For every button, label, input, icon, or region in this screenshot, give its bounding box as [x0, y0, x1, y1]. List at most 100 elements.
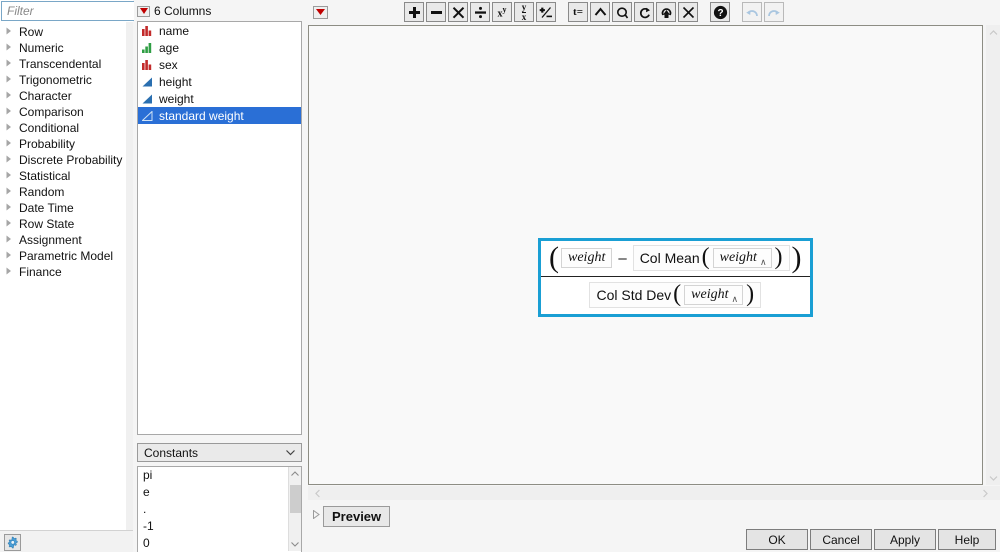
add-button[interactable]	[404, 2, 424, 22]
category-item[interactable]: Assignment	[0, 232, 126, 248]
function-category-list[interactable]: Row Numeric Transcendental Trigonometric Cha…	[0, 22, 126, 530]
swap-button[interactable]	[634, 2, 654, 22]
columns-list[interactable]: name age sex height weight standard weight	[137, 21, 302, 435]
formula-toolbar: xy yx t= ?	[305, 0, 1000, 24]
constant-item[interactable]: .	[138, 501, 301, 518]
category-item[interactable]: Numeric	[0, 40, 126, 56]
red-triangle-menu-icon[interactable]	[137, 5, 150, 17]
apply-button[interactable]: Apply	[874, 529, 936, 550]
subtract-button[interactable]	[426, 2, 446, 22]
column-item-sex[interactable]: sex	[138, 56, 301, 73]
category-item[interactable]: Parametric Model	[0, 248, 126, 264]
triangle-right-icon[interactable]	[313, 509, 320, 522]
category-item[interactable]: Trigonometric	[0, 72, 126, 88]
chevron-up-icon[interactable]	[289, 467, 301, 480]
constant-item[interactable]: pi	[138, 467, 301, 484]
category-item-label: Numeric	[19, 41, 64, 55]
assign-button[interactable]: t=	[568, 2, 588, 22]
function-category-panel: Row Numeric Transcendental Trigonometric Cha…	[0, 0, 195, 552]
formula-editor-window: Row Numeric Transcendental Trigonometric Cha…	[0, 0, 1000, 552]
insert-above-button[interactable]	[590, 2, 610, 22]
exponent-button[interactable]: xy	[492, 2, 512, 22]
category-item[interactable]: Character	[0, 88, 126, 104]
open-paren-outer: (	[549, 241, 559, 274]
function-col-std-dev[interactable]: Col Std Dev ( weight ∧ )	[589, 282, 762, 308]
fraction-numerator[interactable]: ( weight – Col Mean ( weight ∧ ) )	[541, 241, 810, 277]
triangle-right-icon[interactable]	[6, 203, 19, 213]
chevron-down-icon[interactable]	[986, 471, 1000, 485]
arg-col-mean-weight[interactable]: weight ∧	[712, 248, 772, 268]
red-bar-chart-icon	[142, 59, 159, 70]
triangle-right-icon[interactable]	[6, 251, 19, 261]
category-item[interactable]: Conditional	[0, 120, 126, 136]
category-item[interactable]: Finance	[0, 264, 126, 280]
triangle-right-icon[interactable]	[6, 267, 19, 277]
canvas-horizontal-scrollbar[interactable]	[308, 486, 1000, 500]
triangle-right-icon[interactable]	[6, 155, 19, 165]
triangle-right-icon[interactable]	[6, 27, 19, 37]
category-item-label: Character	[19, 89, 72, 103]
column-item-height[interactable]: height	[138, 73, 301, 90]
redo-button[interactable]	[764, 2, 784, 22]
category-item[interactable]: Comparison	[0, 104, 126, 120]
term-weight[interactable]: weight	[561, 248, 613, 268]
constant-item[interactable]: e	[138, 484, 301, 501]
triangle-right-icon[interactable]	[6, 171, 19, 181]
triangle-right-icon[interactable]	[6, 187, 19, 197]
help-button[interactable]: ?	[710, 2, 730, 22]
triangle-right-icon[interactable]	[6, 91, 19, 101]
arg-caret-icon: ∧	[759, 257, 767, 267]
peel-button[interactable]	[612, 2, 632, 22]
column-item-label: height	[159, 74, 192, 89]
formula-canvas[interactable]: ( weight – Col Mean ( weight ∧ ) ) Col S…	[308, 25, 983, 485]
unpeel-button[interactable]	[656, 2, 676, 22]
root-button[interactable]: yx	[514, 2, 534, 22]
arg-col-std-dev-weight-label: weight	[691, 287, 729, 302]
category-item[interactable]: Transcendental	[0, 56, 126, 72]
category-item[interactable]: Statistical	[0, 168, 126, 184]
triangle-right-icon[interactable]	[6, 219, 19, 229]
chevron-up-icon[interactable]	[986, 25, 1000, 39]
fraction-denominator[interactable]: Col Std Dev ( weight ∧ )	[541, 277, 810, 314]
category-item[interactable]: Date Time	[0, 200, 126, 216]
delete-button[interactable]	[678, 2, 698, 22]
arg-col-std-dev-weight[interactable]: weight ∧	[684, 285, 744, 305]
chevron-left-icon[interactable]	[310, 486, 324, 500]
column-item-label: name	[159, 23, 190, 38]
triangle-right-icon[interactable]	[6, 235, 19, 245]
undo-button[interactable]	[742, 2, 762, 22]
category-item[interactable]: Discrete Probability	[0, 152, 126, 168]
formula-expression[interactable]: ( weight – Col Mean ( weight ∧ ) ) Col S…	[538, 238, 813, 317]
divide-button[interactable]	[470, 2, 490, 22]
triangle-right-icon[interactable]	[6, 107, 19, 117]
column-item-name[interactable]: name	[138, 22, 301, 39]
column-item-weight[interactable]: weight	[138, 90, 301, 107]
scrollbar-thumb[interactable]	[290, 485, 301, 513]
constants-dropdown[interactable]: Constants	[137, 443, 302, 462]
cancel-button[interactable]: Cancel	[810, 529, 872, 550]
svg-text:?: ?	[717, 8, 723, 19]
multiply-button[interactable]	[448, 2, 468, 22]
sign-toggle-button[interactable]	[536, 2, 556, 22]
triangle-right-icon[interactable]	[6, 75, 19, 85]
category-item[interactable]: Probability	[0, 136, 126, 152]
triangle-right-icon[interactable]	[6, 123, 19, 133]
preview-button[interactable]: Preview	[323, 505, 391, 527]
triangle-right-icon[interactable]	[6, 59, 19, 69]
function-col-mean[interactable]: Col Mean ( weight ∧ )	[632, 245, 790, 271]
formula-red-triangle-menu-icon[interactable]	[313, 5, 328, 19]
column-item-age[interactable]: age	[138, 39, 301, 56]
category-item[interactable]: Row State	[0, 216, 126, 232]
triangle-right-icon[interactable]	[6, 43, 19, 53]
canvas-vertical-scrollbar[interactable]	[986, 25, 1000, 485]
help-dialog-button[interactable]: Help	[938, 529, 996, 550]
triangle-right-icon[interactable]	[6, 139, 19, 149]
category-list-scrollbar[interactable]	[126, 22, 133, 530]
category-item[interactable]: Row	[0, 24, 126, 40]
category-item-label: Date Time	[19, 201, 74, 215]
chevron-right-icon[interactable]	[978, 486, 992, 500]
category-item[interactable]: Random	[0, 184, 126, 200]
column-item-standard-weight[interactable]: standard weight	[138, 107, 301, 124]
column-item-label: standard weight	[159, 108, 244, 123]
ok-button[interactable]: OK	[746, 529, 808, 550]
